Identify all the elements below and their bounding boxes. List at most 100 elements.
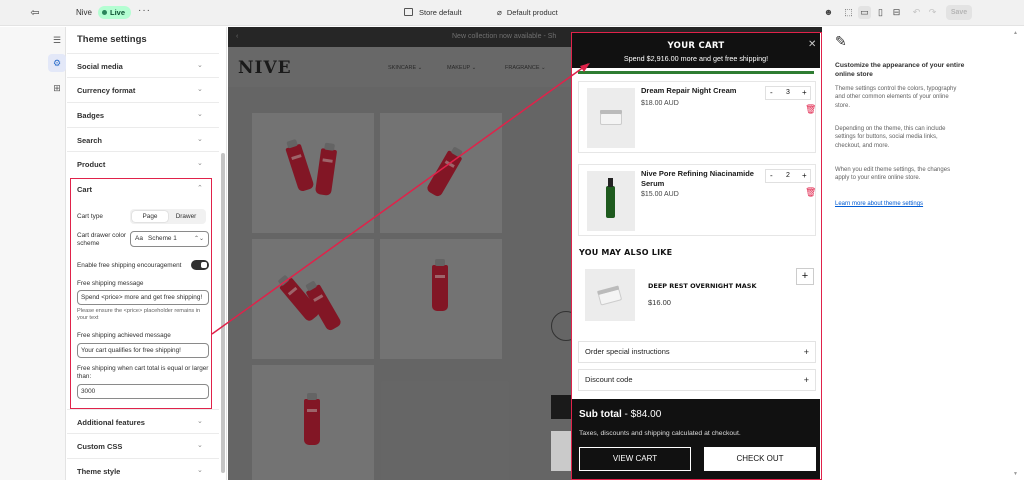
recommendation-name[interactable]: DEEP REST OVERNIGHT MASK — [648, 282, 757, 290]
accordion-label: Order special instructions — [585, 347, 670, 356]
product-thumbnail[interactable] — [587, 88, 635, 148]
section-label: Theme style — [77, 467, 121, 476]
sidekick-icon[interactable]: ☻ — [822, 6, 835, 19]
sections-icon[interactable]: ☰ — [48, 31, 66, 49]
free-shipping-message: Spend $2,916.00 more and get free shippi… — [623, 54, 769, 63]
achieved-label: Free shipping achieved message — [77, 332, 171, 339]
default-product-selector[interactable]: ⌀ Default product — [497, 8, 558, 17]
order-instructions-accordion[interactable]: Order special instructions + — [578, 341, 816, 363]
free-shipping-toggle[interactable] — [191, 260, 209, 270]
undo-icon[interactable]: ↶ — [910, 6, 923, 19]
product-thumbnail[interactable] — [587, 171, 635, 231]
save-button[interactable]: Save — [946, 5, 972, 20]
product-thumbnail[interactable] — [585, 269, 635, 321]
info-heading: Customize the appearance of your entire … — [835, 62, 965, 78]
chevron-down-icon: ⌄ — [197, 160, 203, 167]
achieved-message-input[interactable]: Your cart qualifies for free shipping! — [77, 343, 209, 358]
cart-drawer-header: YOUR CART Spend $2,916.00 more and get f… — [572, 33, 820, 68]
editor-topbar: ⇦ Nive Live ··· Store default ⌀ Default p… — [0, 0, 1024, 26]
qty-value[interactable]: 2 — [786, 172, 790, 179]
decrease-qty-button[interactable]: - — [770, 88, 773, 97]
plus-icon: + — [803, 347, 809, 357]
section-badges[interactable]: Badges ⌄ — [67, 102, 219, 126]
threshold-label: Free shipping when cart total is equal o… — [77, 365, 209, 380]
chevron-down-icon: ⌄ — [197, 418, 203, 425]
section-label: Currency format — [77, 86, 136, 95]
threshold-input[interactable]: 3000 — [77, 384, 209, 399]
scheme-value: Scheme 1 — [148, 235, 177, 242]
trash-icon[interactable]: 🗑 — [805, 104, 816, 115]
section-currency-format[interactable]: Currency format ⌄ — [67, 77, 219, 101]
mobile-icon[interactable]: ▯ — [874, 6, 887, 19]
free-shipping-progress-bar — [578, 71, 814, 74]
discount-code-accordion[interactable]: Discount code + — [578, 369, 816, 391]
info-paragraph: Depending on the theme, this can include… — [835, 126, 946, 149]
decrease-qty-button[interactable]: - — [770, 171, 773, 180]
chevron-up-icon[interactable]: ⌃ — [197, 184, 203, 192]
section-social-media[interactable]: Social media ⌄ — [67, 53, 219, 77]
increase-qty-button[interactable]: + — [802, 171, 807, 180]
section-label: Custom CSS — [77, 442, 123, 451]
message-label: Free shipping message — [77, 280, 144, 287]
redo-icon[interactable]: ↷ — [926, 6, 939, 19]
chevron-down-icon: ⌄ — [197, 111, 203, 118]
theme-settings-panel: Theme settings Social media ⌄ Currency fo… — [67, 27, 227, 480]
color-scheme-select[interactable]: Aa Scheme 1 ⌃⌄ — [130, 231, 209, 247]
message-helper-text: Please ensure the <price> placeholder re… — [77, 308, 201, 321]
store-default-selector[interactable]: Store default — [404, 8, 462, 17]
cart-type-drawer-option[interactable]: Drawer — [168, 211, 204, 222]
cart-type-page-option[interactable]: Page — [132, 211, 168, 222]
desktop-icon[interactable]: ▭ — [858, 6, 871, 19]
scheme-swatch-icon: Aa — [135, 235, 143, 242]
recommendation-price: $16.00 — [648, 298, 671, 307]
trash-icon[interactable]: 🗑 — [805, 187, 816, 198]
exit-icon[interactable]: ⇦ — [28, 6, 42, 20]
section-theme-style[interactable]: Theme style ⌄ — [67, 458, 219, 480]
theme-settings-icon[interactable]: ⚙ — [48, 54, 66, 72]
tag-icon: ⌀ — [497, 8, 502, 17]
cart-item-price: $18.00 AUD — [641, 100, 679, 107]
increase-qty-button[interactable]: + — [802, 88, 807, 97]
chevron-down-icon: ⌄ — [197, 62, 203, 69]
info-scrollbar[interactable]: ▲ ▼ — [1013, 27, 1021, 480]
scroll-up-icon[interactable]: ▲ — [1013, 30, 1018, 36]
section-additional-features[interactable]: Additional features ⌄ — [67, 409, 219, 433]
scheme-label: Cart drawer color scheme — [77, 232, 127, 247]
add-to-cart-button[interactable]: + — [796, 268, 814, 285]
quantity-stepper: - 3 + — [765, 86, 811, 100]
more-actions-button[interactable]: ··· — [138, 5, 151, 16]
subtotal-value: - $84.00 — [621, 409, 662, 420]
scroll-down-icon[interactable]: ▼ — [1013, 471, 1018, 477]
plus-icon: + — [803, 375, 809, 385]
inspector-icon[interactable]: ⬚ — [842, 6, 855, 19]
info-panel: ✎ Customize the appearance of your entir… — [826, 27, 1024, 480]
view-cart-button[interactable]: VIEW CART — [579, 447, 691, 471]
section-search[interactable]: Search ⌄ — [67, 127, 219, 151]
jar-image — [597, 288, 623, 306]
chevron-down-icon: ⌄ — [197, 467, 203, 474]
panel-scrollbar[interactable] — [221, 153, 225, 473]
cart-section-heading[interactable]: Cart — [77, 185, 92, 194]
learn-more-link[interactable]: Learn more about theme settings — [835, 201, 923, 207]
qty-value[interactable]: 3 — [786, 89, 790, 96]
app-embeds-icon[interactable]: ⊞ — [48, 79, 66, 97]
checkout-button[interactable]: CHECK OUT — [704, 447, 816, 471]
fullscreen-icon[interactable]: ⊟ — [890, 6, 903, 19]
accordion-label: Discount code — [585, 375, 633, 384]
chevron-down-icon: ⌄ — [197, 136, 203, 143]
cart-item-name[interactable]: Nive Pore Refining Niacinamide Serum — [641, 169, 761, 189]
cart-item: Dream Repair Night Cream $18.00 AUD - 3 … — [578, 81, 816, 153]
cart-footer: Sub total - $84.00 Taxes, discounts and … — [572, 399, 820, 479]
editor-icon-rail: ☰ ⚙ ⊞ — [0, 27, 66, 480]
bottle-image — [606, 178, 615, 218]
section-label: Product — [77, 160, 106, 169]
close-icon[interactable]: ✕ — [808, 39, 816, 50]
section-product[interactable]: Product ⌄ — [67, 151, 219, 175]
section-custom-css[interactable]: Custom CSS ⌄ — [67, 433, 219, 457]
free-shipping-message-input[interactable]: Spend <price> more and get free shipping… — [77, 290, 209, 305]
cart-settings-section: Cart ⌃ Cart type Page Drawer Cart drawer… — [70, 178, 212, 409]
tax-note: Taxes, discounts and shipping calculated… — [579, 430, 741, 437]
cart-item-name[interactable]: Dream Repair Night Cream — [641, 86, 761, 96]
section-label: Search — [77, 136, 103, 145]
recommendation-card: DEEP REST OVERNIGHT MASK $16.00 + — [578, 265, 816, 331]
